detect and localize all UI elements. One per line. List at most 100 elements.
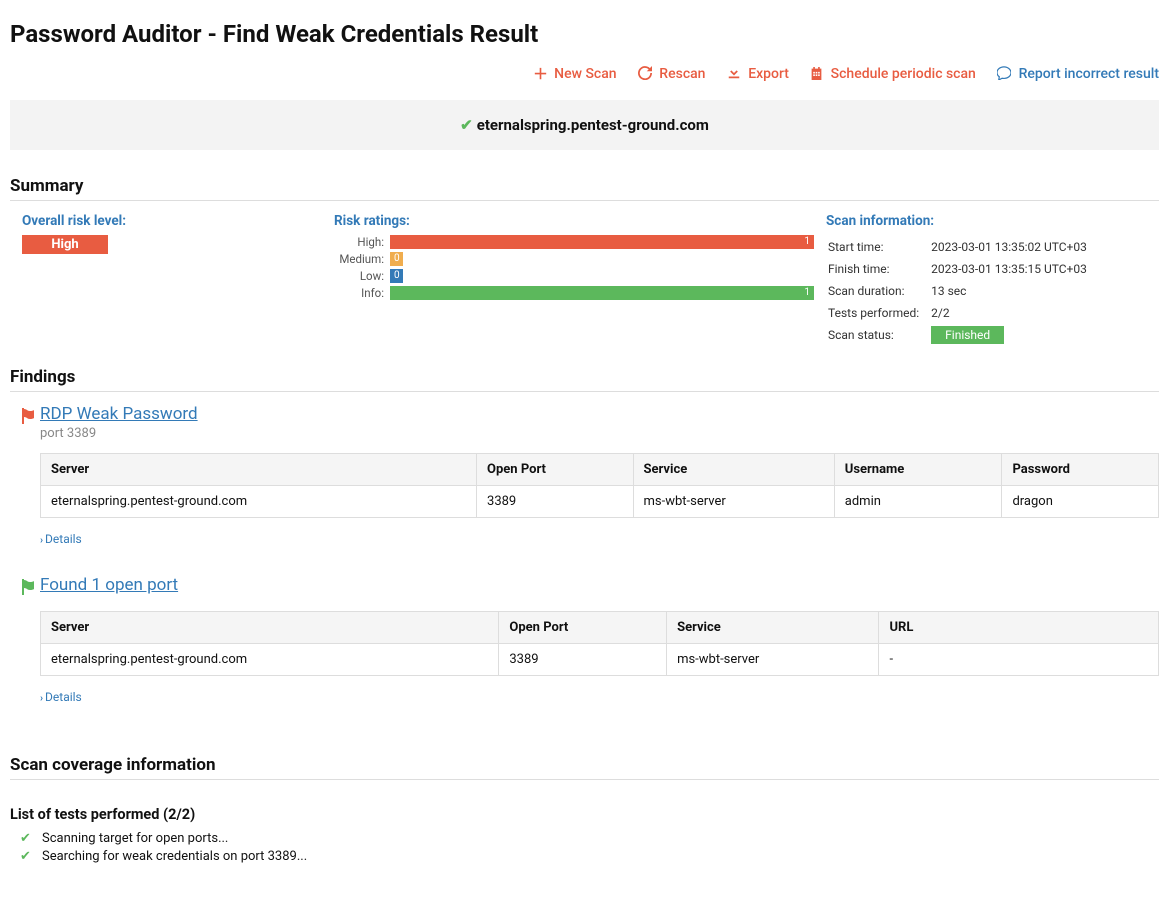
- details-link[interactable]: ›Details: [40, 690, 82, 704]
- scan-status-badge: Finished: [931, 326, 1004, 344]
- table-row: eternalspring.pentest-ground.com 3389 ms…: [41, 644, 1159, 676]
- cell-url: -: [879, 644, 1159, 676]
- tests-heading: List of tests performed (2/2): [10, 806, 1159, 823]
- tests-list: ✔ Scanning target for open ports... ✔ Sear…: [20, 831, 1159, 864]
- download-icon: [727, 66, 741, 80]
- col-port: Open Port: [477, 454, 634, 486]
- col-port: Open Port: [499, 612, 667, 644]
- scan-info-label: Scan information:: [826, 213, 1159, 229]
- scan-finish-value: 2023-03-01 13:35:15 UTC+03: [931, 259, 1097, 279]
- col-server: Server: [41, 612, 499, 644]
- chevron-right-icon: ›: [40, 535, 43, 546]
- report-incorrect-button[interactable]: Report incorrect result: [997, 66, 1159, 82]
- rating-medium: Medium: 0: [334, 252, 814, 266]
- col-password: Password: [1002, 454, 1159, 486]
- new-scan-label: New Scan: [554, 66, 616, 82]
- check-icon: ✔: [20, 849, 34, 864]
- export-label: Export: [748, 66, 789, 82]
- cell-server: eternalspring.pentest-ground.com: [41, 486, 477, 518]
- scan-info-table: Start time:2023-03-01 13:35:02 UTC+03 Fi…: [826, 235, 1099, 347]
- schedule-label: Schedule periodic scan: [831, 66, 976, 82]
- scan-tests-value: 2/2: [931, 303, 1097, 323]
- cell-service: ms-wbt-server: [667, 644, 879, 676]
- scan-tests-label: Tests performed:: [828, 303, 929, 323]
- scan-start-value: 2023-03-01 13:35:02 UTC+03: [931, 237, 1097, 257]
- col-username: Username: [834, 454, 1002, 486]
- details-label: Details: [45, 532, 82, 546]
- page-title: Password Auditor - Find Weak Credentials…: [10, 20, 1159, 48]
- finding-table: Server Open Port Service Username Passwo…: [40, 453, 1159, 518]
- schedule-button[interactable]: Schedule periodic scan: [810, 66, 976, 82]
- comment-icon: [997, 66, 1011, 80]
- scan-finish-label: Finish time:: [828, 259, 929, 279]
- test-item: ✔ Searching for weak credentials on port …: [20, 849, 1159, 864]
- plus-icon: [534, 67, 547, 80]
- divider: [10, 391, 1159, 392]
- target-host: eternalspring.pentest-ground.com: [477, 116, 709, 134]
- rating-low-label: Low:: [334, 269, 390, 283]
- scan-duration-value: 13 sec: [931, 281, 1097, 301]
- cell-service: ms-wbt-server: [633, 486, 834, 518]
- flag-icon: [20, 579, 40, 599]
- test-label: Searching for weak credentials on port 3…: [42, 849, 307, 864]
- rating-info-bar: 1: [390, 286, 814, 300]
- finding-rdp-weak-password: RDP Weak Password port 3389 Server Open …: [40, 404, 1159, 547]
- rating-high-bar: 1: [390, 235, 814, 249]
- rating-low: Low: 0: [334, 269, 814, 283]
- cell-username: admin: [834, 486, 1002, 518]
- export-button[interactable]: Export: [727, 66, 789, 82]
- col-server: Server: [41, 454, 477, 486]
- details-label: Details: [45, 690, 82, 704]
- col-service: Service: [667, 612, 879, 644]
- cell-port: 3389: [477, 486, 634, 518]
- details-link[interactable]: ›Details: [40, 532, 82, 546]
- finding-open-port: Found 1 open port Server Open Port Servi…: [40, 575, 1159, 705]
- divider: [10, 779, 1159, 780]
- rating-medium-label: Medium:: [334, 252, 390, 266]
- target-banner: ✔eternalspring.pentest-ground.com: [10, 100, 1159, 150]
- risk-ratings-block: Risk ratings: High: 1 Medium: 0 Low: 0 I…: [322, 213, 814, 303]
- overall-risk-label: Overall risk level:: [22, 213, 322, 229]
- rescan-button[interactable]: Rescan: [638, 66, 706, 82]
- findings-heading: Findings: [10, 367, 1159, 387]
- scan-info-block: Scan information: Start time:2023-03-01 …: [814, 213, 1159, 347]
- rating-low-bar: 0: [390, 269, 403, 283]
- new-scan-button[interactable]: New Scan: [534, 66, 617, 82]
- rating-high-label: High:: [334, 235, 390, 249]
- report-label: Report incorrect result: [1019, 66, 1159, 82]
- finding-subtitle: port 3389: [40, 426, 198, 441]
- check-icon: ✔: [20, 831, 34, 846]
- toolbar: New Scan Rescan Export Schedule periodic…: [10, 66, 1159, 82]
- finding-table: Server Open Port Service URL eternalspri…: [40, 611, 1159, 676]
- divider: [10, 200, 1159, 201]
- refresh-icon: [638, 66, 652, 80]
- check-icon: ✔: [460, 116, 473, 134]
- rating-high: High: 1: [334, 235, 814, 249]
- overall-risk-badge: High: [22, 235, 108, 254]
- table-row: eternalspring.pentest-ground.com 3389 ms…: [41, 486, 1159, 518]
- risk-ratings-label: Risk ratings:: [334, 213, 814, 229]
- rating-info-label: Info:: [334, 286, 390, 300]
- calendar-icon: [810, 67, 823, 80]
- cell-port: 3389: [499, 644, 667, 676]
- scan-start-label: Start time:: [828, 237, 929, 257]
- rating-medium-bar: 0: [390, 252, 403, 266]
- overall-risk-block: Overall risk level: High: [10, 213, 322, 254]
- test-item: ✔ Scanning target for open ports...: [20, 831, 1159, 846]
- test-label: Scanning target for open ports...: [42, 831, 228, 846]
- col-service: Service: [633, 454, 834, 486]
- scan-duration-label: Scan duration:: [828, 281, 929, 301]
- chevron-right-icon: ›: [40, 693, 43, 704]
- summary-grid: Overall risk level: High Risk ratings: H…: [10, 213, 1159, 347]
- rating-info: Info: 1: [334, 286, 814, 300]
- rescan-label: Rescan: [659, 66, 705, 82]
- finding-title[interactable]: RDP Weak Password: [40, 404, 198, 424]
- scan-status-label: Scan status:: [828, 325, 929, 345]
- cell-server: eternalspring.pentest-ground.com: [41, 644, 499, 676]
- flag-icon: [20, 408, 40, 428]
- finding-title[interactable]: Found 1 open port: [40, 575, 178, 595]
- col-url: URL: [879, 612, 1159, 644]
- coverage-heading: Scan coverage information: [10, 755, 1159, 775]
- cell-password: dragon: [1002, 486, 1159, 518]
- summary-heading: Summary: [10, 176, 1159, 196]
